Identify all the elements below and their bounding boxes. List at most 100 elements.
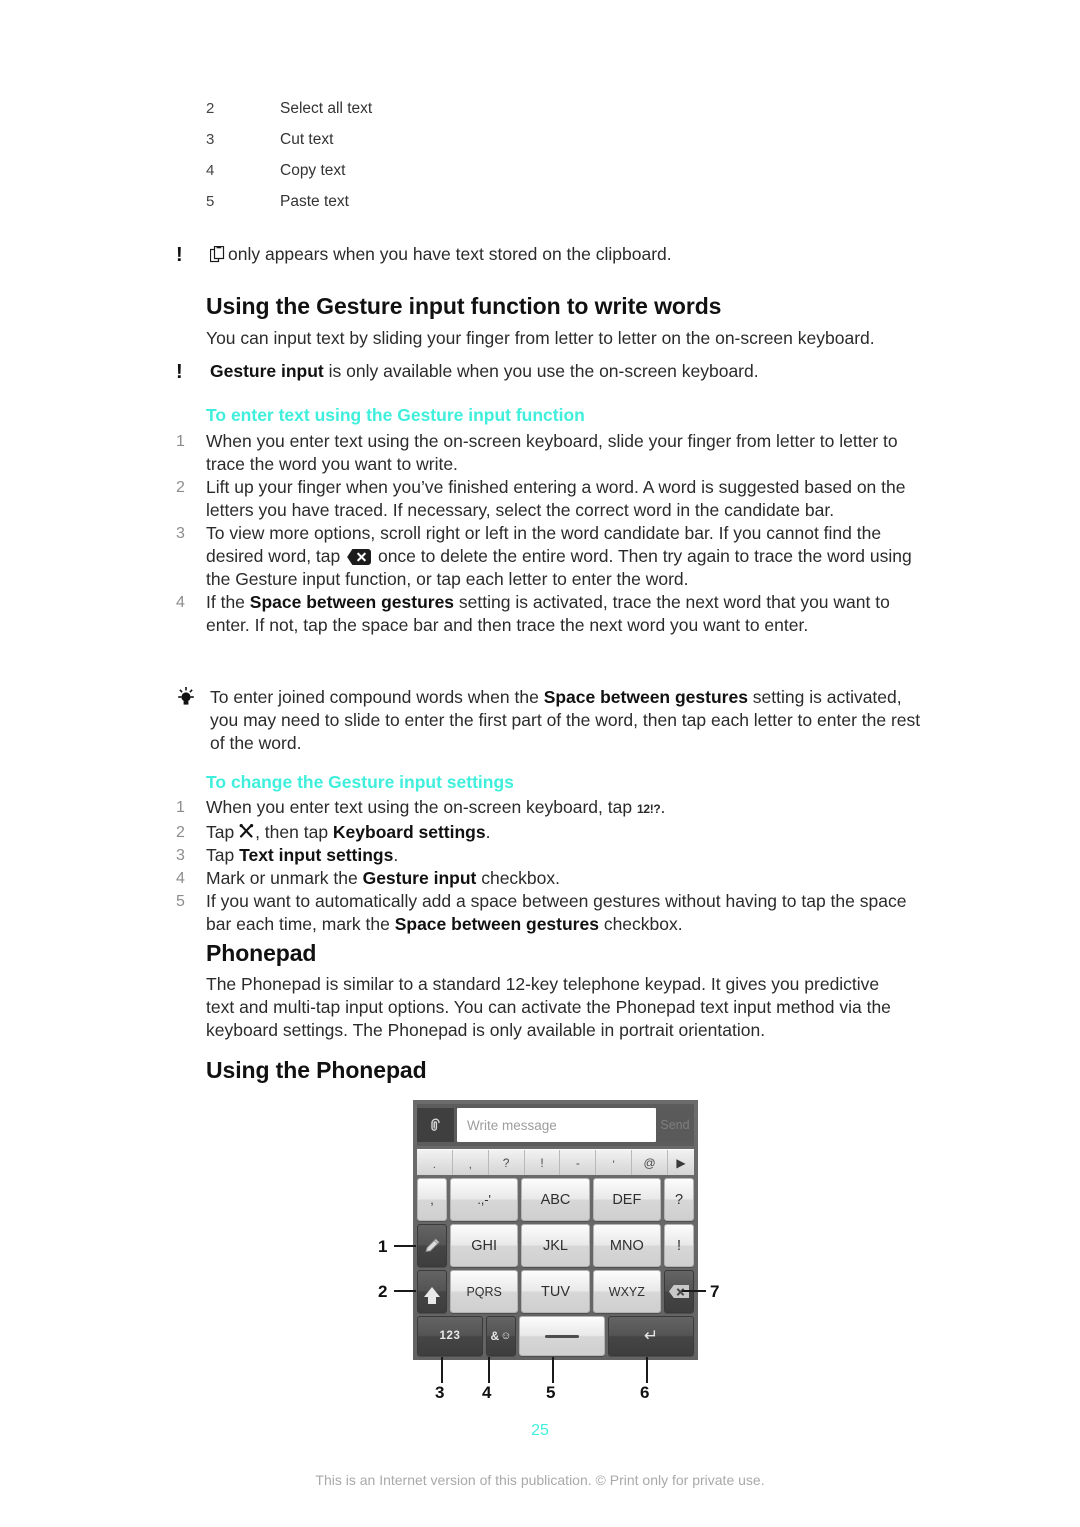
subheading-enter-text: To enter text using the Gesture input fu… bbox=[206, 405, 585, 425]
key-tuv[interactable]: TUV bbox=[521, 1270, 590, 1313]
key-punctuation[interactable]: .,-' bbox=[450, 1178, 519, 1221]
list-item: 1 When you enter text using the on-scree… bbox=[176, 430, 916, 476]
callout-3: 3 bbox=[435, 1383, 445, 1402]
step-text: Mark or unmark the Gesture input checkbo… bbox=[206, 867, 916, 890]
clipboard-note: ! only appears when you have text stored… bbox=[176, 243, 906, 266]
key-row: GHI JKL MNO ! bbox=[417, 1224, 694, 1267]
key-exclamation[interactable]: ! bbox=[663, 1224, 694, 1267]
list-item: 3 Tap Text input settings. bbox=[176, 844, 916, 867]
phonepad-keyboard: Write message Send . , ? ! - ' @ ▶ , .,-… bbox=[413, 1100, 698, 1360]
step-number: 2 bbox=[176, 479, 185, 496]
gesture-note-body: Gesture input is only available when you… bbox=[210, 360, 906, 383]
step-number: 4 bbox=[176, 594, 185, 611]
exclamation-icon: ! bbox=[176, 244, 183, 266]
footer-note: This is an Internet version of this publ… bbox=[315, 1472, 765, 1488]
phonepad-paragraph: The Phonepad is similar to a standard 12… bbox=[206, 974, 891, 1040]
step-text-run: When you enter text using the on-screen … bbox=[206, 797, 637, 817]
step-text: Lift up your finger when you’ve finished… bbox=[206, 476, 916, 522]
numeric-mode-key[interactable]: 123 bbox=[417, 1316, 483, 1356]
candidate-key[interactable]: ! bbox=[525, 1150, 561, 1175]
clipboard-note-text: only appears when you have text stored o… bbox=[228, 244, 672, 264]
enter-key[interactable]: ↵ bbox=[608, 1316, 694, 1356]
step-number: 1 bbox=[176, 799, 185, 816]
legend-label: Select all text bbox=[280, 100, 373, 117]
key-def[interactable]: DEF bbox=[592, 1178, 661, 1221]
step-text-run: checkbox. bbox=[598, 914, 683, 934]
legend-label: Copy text bbox=[280, 162, 346, 179]
symbols-emoji-key[interactable]: & ☺ bbox=[486, 1316, 516, 1356]
legend-label: Paste text bbox=[280, 193, 349, 210]
candidate-key[interactable]: - bbox=[560, 1150, 597, 1175]
arrow-right-icon[interactable]: ▶ bbox=[668, 1150, 694, 1175]
key-abc[interactable]: ABC bbox=[521, 1178, 590, 1221]
step-text-bold: Space between gestures bbox=[249, 592, 455, 612]
space-icon bbox=[545, 1334, 579, 1338]
step-number: 1 bbox=[176, 433, 185, 450]
key-row: PQRS TUV WXYZ bbox=[417, 1270, 694, 1313]
leader-line-5 bbox=[552, 1357, 554, 1383]
leader-line-6 bbox=[646, 1357, 648, 1383]
step-number: 4 bbox=[176, 870, 185, 887]
list-item: 2 Lift up your finger when you’ve finish… bbox=[176, 476, 916, 522]
phonepad-figure: Write message Send . , ? ! - ' @ ▶ , .,-… bbox=[370, 1092, 730, 1402]
shift-icon[interactable] bbox=[417, 1270, 447, 1313]
key-comma[interactable]: , bbox=[417, 1178, 447, 1221]
step-text-bold: Text input settings bbox=[239, 845, 394, 865]
key-question[interactable]: ? bbox=[663, 1178, 694, 1221]
compound-words-tip: To enter joined compound words when the … bbox=[176, 686, 928, 755]
gesture-intro-paragraph: You can input text by sliding your finge… bbox=[206, 328, 875, 348]
list-item: 5 Paste text bbox=[206, 193, 906, 224]
legend-number: 3 bbox=[206, 131, 215, 148]
step-text-run: . bbox=[660, 797, 666, 817]
candidate-key[interactable]: ' bbox=[596, 1150, 633, 1175]
key-jkl[interactable]: JKL bbox=[521, 1224, 590, 1267]
leader-line-3 bbox=[441, 1357, 443, 1383]
key-mno[interactable]: MNO bbox=[592, 1224, 661, 1267]
callout-6: 6 bbox=[640, 1383, 650, 1402]
step-text-run: . bbox=[393, 845, 399, 865]
key-pqrs[interactable]: PQRS bbox=[450, 1270, 519, 1313]
callout-5: 5 bbox=[546, 1383, 556, 1402]
step-text: If you want to automatically add a space… bbox=[206, 890, 916, 936]
candidate-key[interactable]: . bbox=[417, 1150, 453, 1175]
candidate-key[interactable]: , bbox=[453, 1150, 489, 1175]
callout-2: 2 bbox=[378, 1282, 388, 1301]
emoji-icon: ☺ bbox=[500, 1330, 512, 1342]
clipboard-icon bbox=[209, 245, 225, 263]
pen-gesture-icon[interactable] bbox=[417, 1224, 447, 1267]
gesture-availability-note: ! Gesture input is only available when y… bbox=[176, 360, 906, 383]
space-key[interactable] bbox=[519, 1316, 605, 1356]
legend-number: 5 bbox=[206, 193, 215, 210]
candidate-key[interactable]: ? bbox=[489, 1150, 525, 1175]
candidate-key[interactable]: @ bbox=[632, 1150, 669, 1175]
page-title-gesture: Using the Gesture input function to writ… bbox=[206, 293, 722, 319]
gesture-note-bold: Gesture input bbox=[210, 361, 324, 381]
clipboard-note-body: only appears when you have text stored o… bbox=[209, 243, 906, 266]
message-input[interactable]: Write message bbox=[457, 1108, 656, 1142]
step-text-bold: Space between gestures bbox=[394, 914, 599, 934]
key-rows: , .,-' ABC DEF ? GHI JKL MNO ! PQRS TUV … bbox=[417, 1178, 694, 1356]
step-text-run: , then tap bbox=[255, 822, 333, 842]
list-item: 1 When you enter text using the on-scree… bbox=[176, 796, 916, 821]
exclamation-icon: ! bbox=[176, 361, 183, 383]
step-number: 3 bbox=[176, 847, 185, 864]
send-button[interactable]: Send bbox=[656, 1108, 694, 1142]
step-text: If the Space between gestures setting is… bbox=[206, 591, 916, 637]
list-item: 2 Tap , then tap Keyboard settings. bbox=[176, 821, 916, 844]
list-item: 4 If the Space between gestures setting … bbox=[176, 591, 916, 637]
step-text-run: If the bbox=[206, 592, 250, 612]
tip-body: To enter joined compound words when the … bbox=[210, 686, 928, 755]
step-text-run: When you enter text using the on-screen … bbox=[206, 431, 898, 474]
attachment-icon[interactable] bbox=[417, 1108, 454, 1142]
list-item: 3 Cut text bbox=[206, 131, 906, 162]
leader-line-7 bbox=[682, 1290, 706, 1292]
page-number: 25 bbox=[531, 1422, 549, 1439]
key-wxyz[interactable]: WXYZ bbox=[592, 1270, 661, 1313]
page-title-using-phonepad: Using the Phonepad bbox=[206, 1057, 427, 1083]
key-ghi[interactable]: GHI bbox=[450, 1224, 519, 1267]
step-text: Tap , then tap Keyboard settings. bbox=[206, 821, 916, 844]
step-number: 5 bbox=[176, 893, 185, 910]
legend-label: Cut text bbox=[280, 131, 334, 148]
leader-line-4 bbox=[488, 1357, 490, 1383]
candidate-bar: . , ? ! - ' @ ▶ bbox=[417, 1149, 694, 1175]
